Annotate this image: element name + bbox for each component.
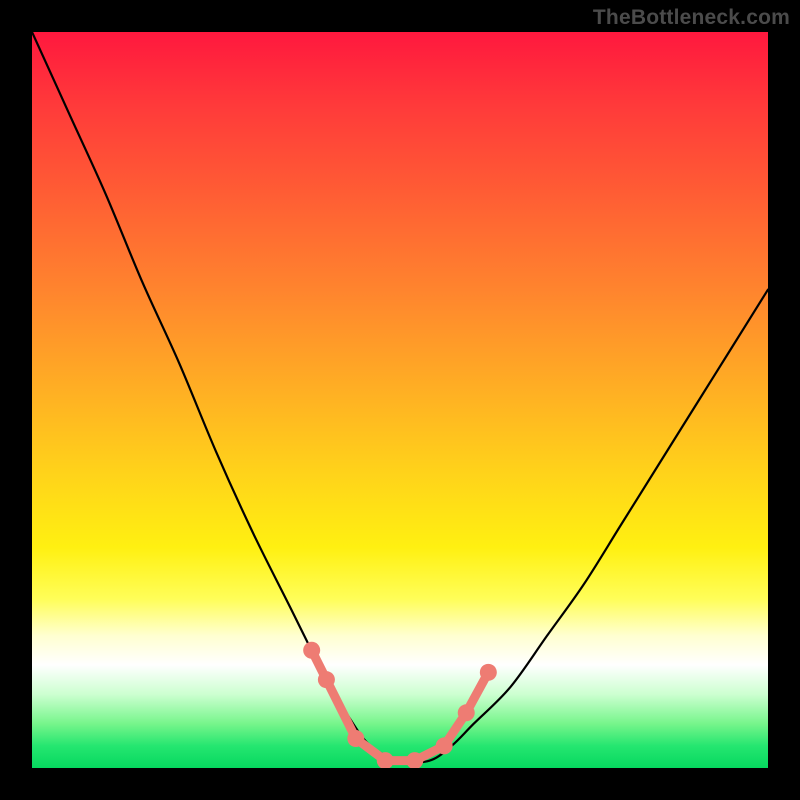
marker-group <box>303 642 497 768</box>
marker-dot <box>436 737 453 754</box>
marker-dot <box>480 664 497 681</box>
marker-dot <box>303 642 320 659</box>
marker-dot <box>318 671 335 688</box>
marker-dot <box>458 704 475 721</box>
marker-dot <box>347 730 364 747</box>
bottleneck-curve-svg <box>32 32 768 768</box>
chart-frame: TheBottleneck.com <box>0 0 800 800</box>
watermark-text: TheBottleneck.com <box>593 6 790 30</box>
plot-area <box>32 32 768 768</box>
marker-link <box>312 650 489 760</box>
bottleneck-curve <box>32 32 768 762</box>
